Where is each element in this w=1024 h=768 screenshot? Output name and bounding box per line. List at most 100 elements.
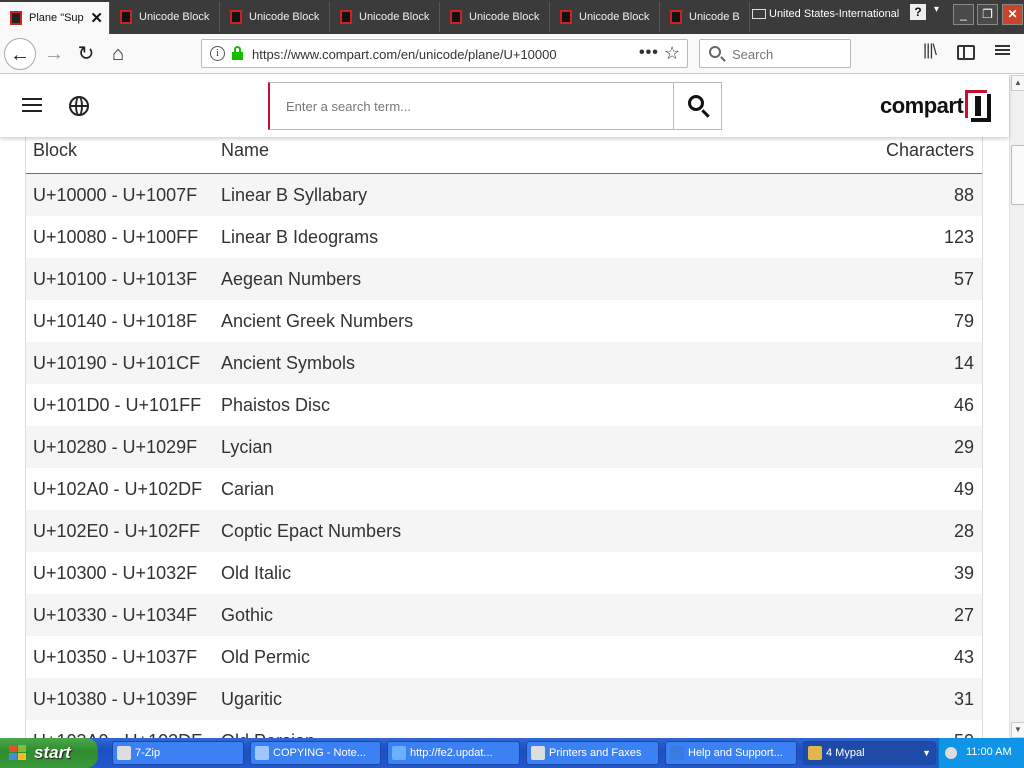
- name-cell[interactable]: Ancient Greek Numbers: [221, 311, 413, 332]
- bookmark-star-icon[interactable]: ☆: [664, 43, 680, 64]
- site-search-input[interactable]: Enter a search term...: [268, 82, 674, 130]
- scroll-down-arrow-icon[interactable]: ▼: [1011, 722, 1024, 738]
- sidebar-icon[interactable]: [957, 45, 975, 60]
- language-options-icon[interactable]: ▾: [934, 4, 939, 15]
- characters-cell: 88: [953, 185, 974, 205]
- table-row[interactable]: U+10000 - U+1007F Linear B Syllabary 88: [26, 174, 982, 216]
- characters-cell: 29: [953, 437, 974, 457]
- name-cell[interactable]: Old Permic: [221, 647, 310, 668]
- taskbar-button-label: COPYING - Note...: [273, 747, 366, 759]
- scroll-thumb[interactable]: [1011, 145, 1024, 205]
- site-info-icon[interactable]: i: [210, 46, 225, 61]
- 7zip-icon: [117, 746, 131, 760]
- printer-icon: [531, 746, 545, 760]
- name-cell[interactable]: Old Italic: [221, 563, 291, 584]
- close-window-button[interactable]: ✕: [1002, 4, 1023, 25]
- block-cell: U+102A0 - U+102DF: [33, 479, 203, 499]
- characters-cell: 28: [953, 521, 974, 541]
- compart-favicon-icon: [230, 10, 242, 24]
- help-icon[interactable]: ?: [910, 4, 926, 20]
- name-cell[interactable]: Phaistos Disc: [221, 395, 330, 416]
- start-button[interactable]: start: [0, 738, 98, 768]
- compart-favicon-icon: [670, 10, 682, 24]
- table-row[interactable]: U+10140 - U+1018F Ancient Greek Numbers 79: [26, 300, 982, 342]
- reload-button[interactable]: ↻: [70, 38, 102, 70]
- tab-unicode-block[interactable]: Unicode Block: [220, 2, 330, 32]
- scroll-up-arrow-icon[interactable]: ▲: [1011, 75, 1024, 91]
- tab-unicode-block[interactable]: Unicode Block: [330, 2, 440, 32]
- name-cell[interactable]: Linear B Ideograms: [221, 227, 378, 248]
- table-row[interactable]: U+10350 - U+1037F Old Permic 43: [26, 636, 982, 678]
- tab-plane[interactable]: Plane "Sup ✕: [0, 2, 110, 34]
- taskbar-button[interactable]: http://fe2.updat...: [387, 741, 520, 765]
- table-row[interactable]: U+103A0 - U+103DF Old Persian 50: [26, 720, 982, 738]
- tab-unicode-block[interactable]: Unicode Block: [110, 2, 220, 32]
- compart-logo[interactable]: compart: [880, 89, 992, 123]
- url-bar[interactable]: i https://www.compart.com/en/unicode/pla…: [201, 39, 688, 68]
- table-row[interactable]: U+102E0 - U+102FF Coptic Epact Numbers 28: [26, 510, 982, 552]
- close-tab-icon[interactable]: ✕: [90, 9, 103, 27]
- search-icon: [688, 95, 704, 111]
- name-cell[interactable]: Aegean Numbers: [221, 269, 361, 290]
- dropdown-caret-icon[interactable]: ▼: [922, 742, 931, 764]
- name-cell[interactable]: Gothic: [221, 605, 273, 626]
- table-row[interactable]: U+101D0 - U+101FF Phaistos Disc 46: [26, 384, 982, 426]
- table-row[interactable]: U+10280 - U+1029F Lycian 29: [26, 426, 982, 468]
- hamburger-menu-icon[interactable]: [22, 98, 42, 114]
- taskbar-button[interactable]: COPYING - Note...: [250, 741, 381, 765]
- characters-cell: 46: [953, 395, 974, 415]
- header-name[interactable]: Name: [221, 140, 269, 161]
- block-cell: U+10330 - U+1034F: [33, 605, 198, 625]
- page-scrollbar[interactable]: ▲ ▼: [1009, 75, 1024, 738]
- library-icon[interactable]: |||\: [923, 42, 937, 60]
- table-row[interactable]: U+102A0 - U+102DF Carian 49: [26, 468, 982, 510]
- compart-favicon-icon: [10, 11, 22, 25]
- back-button[interactable]: ←: [4, 38, 36, 70]
- taskbar-button[interactable]: 7-Zip: [112, 741, 244, 765]
- name-cell[interactable]: Linear B Syllabary: [221, 185, 367, 206]
- header-block[interactable]: Block: [33, 140, 77, 161]
- language-bar[interactable]: United States-International: [752, 4, 899, 24]
- taskbar-button[interactable]: Printers and Faxes: [526, 741, 659, 765]
- table-row[interactable]: U+10190 - U+101CF Ancient Symbols 14: [26, 342, 982, 384]
- url-text[interactable]: https://www.compart.com/en/unicode/plane…: [252, 47, 557, 62]
- characters-cell: 79: [953, 311, 974, 331]
- name-cell[interactable]: Lycian: [221, 437, 272, 458]
- taskbar-button[interactable]: Help and Support...: [665, 741, 797, 765]
- name-cell[interactable]: Carian: [221, 479, 274, 500]
- taskbar-button-label: 7-Zip: [135, 747, 161, 759]
- name-cell[interactable]: Old Persian: [221, 731, 315, 738]
- restore-button[interactable]: ❐: [977, 4, 998, 25]
- language-label: United States-International: [769, 8, 900, 20]
- home-button[interactable]: ⌂: [102, 38, 134, 70]
- name-cell[interactable]: Ugaritic: [221, 689, 282, 710]
- table-row[interactable]: U+10100 - U+1013F Aegean Numbers 57: [26, 258, 982, 300]
- menu-icon[interactable]: [995, 43, 1011, 59]
- tab-unicode-block[interactable]: Unicode Block: [550, 2, 660, 32]
- name-cell[interactable]: Ancient Symbols: [221, 353, 355, 374]
- table-row[interactable]: U+10380 - U+1039F Ugaritic 31: [26, 678, 982, 720]
- block-cell: U+10140 - U+1018F: [33, 311, 198, 331]
- globe-icon[interactable]: [69, 96, 89, 116]
- taskbar-button[interactable]: 4 Mypal ▼: [803, 741, 936, 765]
- tab-unicode-block[interactable]: Unicode B: [660, 2, 750, 32]
- site-search-button[interactable]: [673, 82, 722, 130]
- tab-strip: Plane "Sup ✕ Unicode Block Unicode Block…: [0, 0, 1024, 34]
- characters-cell: 123: [943, 227, 974, 247]
- browser-search-input[interactable]: Search: [699, 39, 851, 68]
- table-row[interactable]: U+10330 - U+1034F Gothic 27: [26, 594, 982, 636]
- tray-icon[interactable]: [945, 747, 957, 759]
- page-actions-icon[interactable]: •••: [639, 44, 659, 62]
- tab-unicode-block[interactable]: Unicode Block: [440, 2, 550, 32]
- characters-cell: 31: [953, 689, 974, 709]
- minimize-button[interactable]: _: [953, 4, 974, 25]
- compart-favicon-icon: [340, 10, 352, 24]
- table-row[interactable]: U+10080 - U+100FF Linear B Ideograms 123: [26, 216, 982, 258]
- system-tray: 11:00 AM: [938, 738, 1024, 768]
- name-cell[interactable]: Coptic Epact Numbers: [221, 521, 401, 542]
- forward-button[interactable]: →: [38, 38, 70, 70]
- help-icon: [670, 746, 684, 760]
- table-row[interactable]: U+10300 - U+1032F Old Italic 39: [26, 552, 982, 594]
- clock: 11:00 AM: [966, 746, 1012, 758]
- header-characters[interactable]: Characters: [886, 140, 974, 161]
